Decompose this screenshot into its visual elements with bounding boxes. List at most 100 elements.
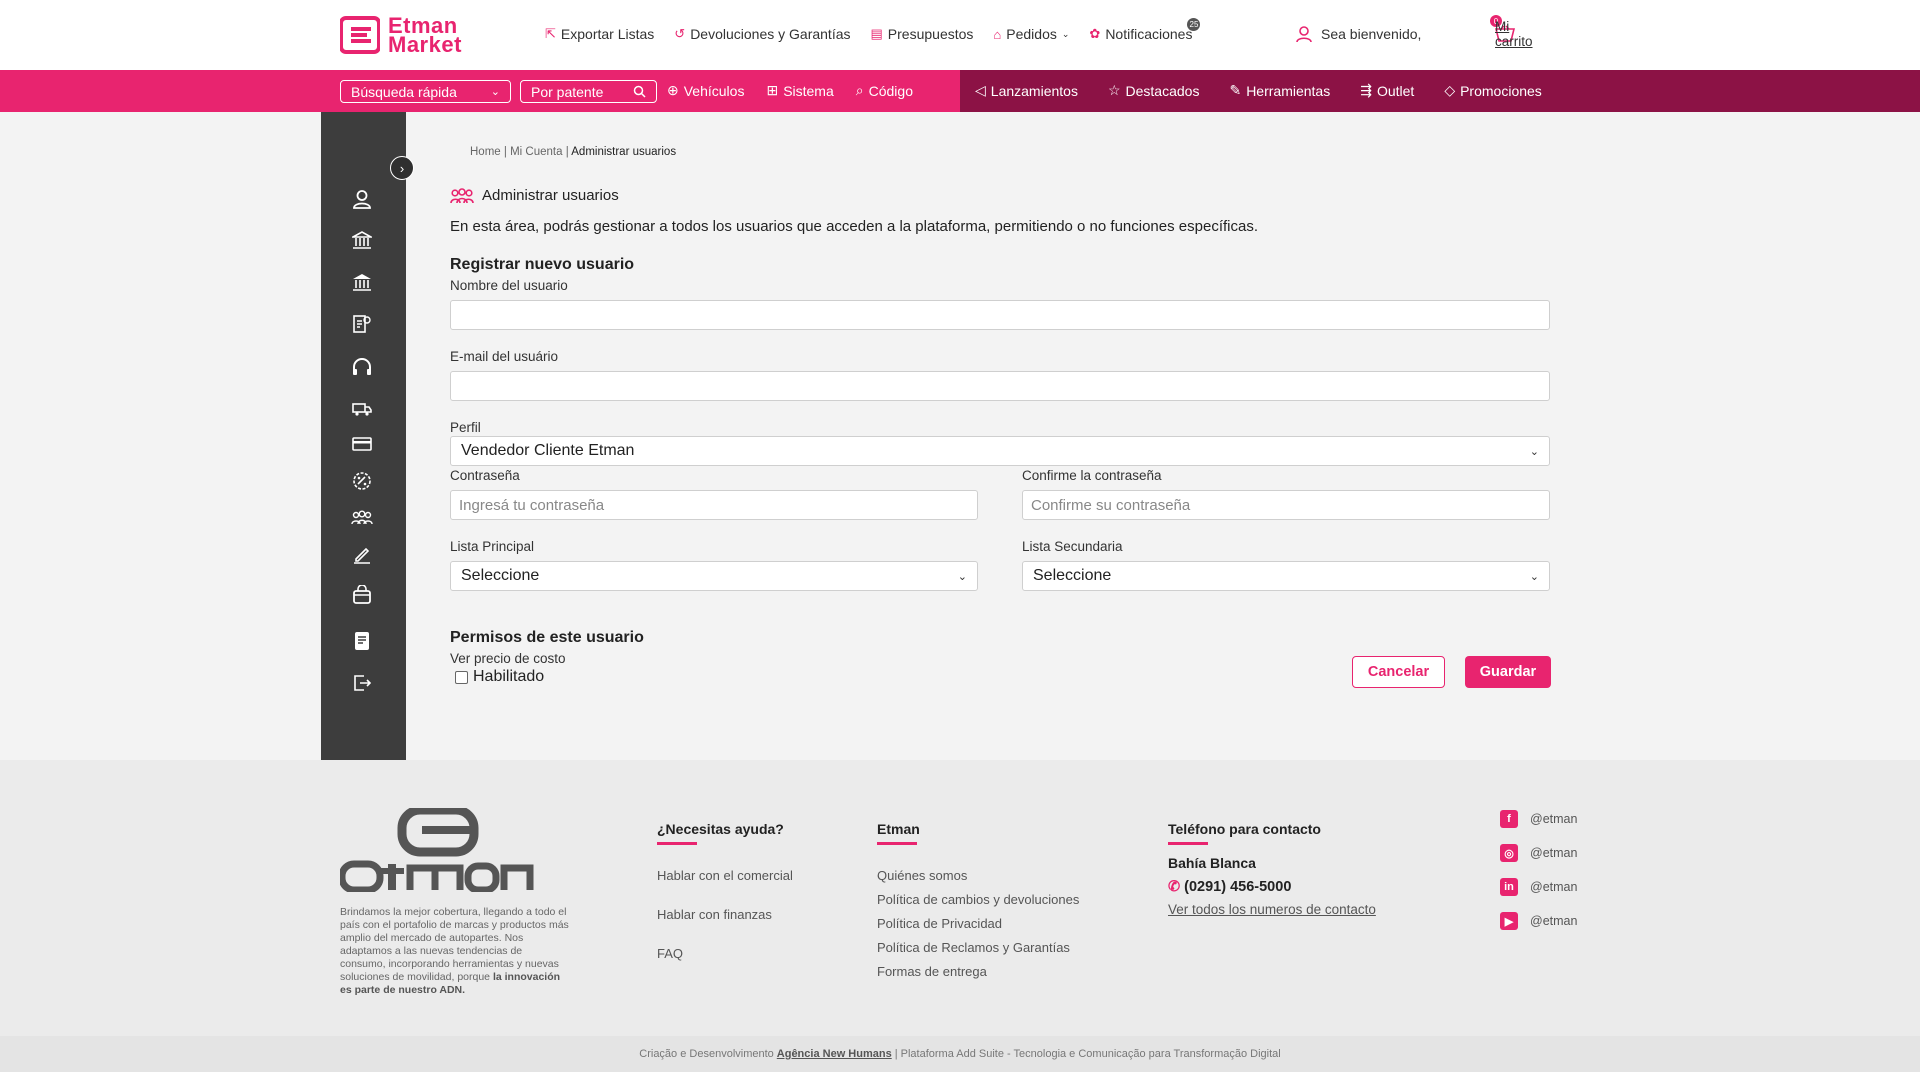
footer-link-claims[interactable]: Política de Reclamos y Garantías bbox=[877, 940, 1070, 955]
nav-vehicles[interactable]: ⊕ Vehículos bbox=[667, 82, 744, 99]
nav-outlet[interactable]: ⇶ Outlet bbox=[1360, 82, 1414, 99]
chevron-down-icon: ⌄ bbox=[1061, 28, 1070, 39]
footer-etman-title: Etman bbox=[877, 821, 920, 845]
facebook-icon: f bbox=[1500, 810, 1518, 828]
sidebar-item-catalog[interactable] bbox=[350, 630, 374, 652]
user-icon bbox=[1296, 26, 1312, 43]
footer-link-finance[interactable]: Hablar con finanzas bbox=[657, 907, 772, 922]
sidebar-item-users[interactable] bbox=[350, 507, 374, 529]
nav-returns[interactable]: ↺ Devoluciones y Garantías bbox=[674, 26, 850, 42]
social-facebook[interactable]: f @etman bbox=[1500, 810, 1577, 828]
chevron-down-icon: ⌄ bbox=[957, 570, 967, 583]
sidebar-toggle-button[interactable]: › bbox=[390, 156, 414, 180]
budget-icon: ▤ bbox=[870, 26, 883, 41]
phone-icon: ✆ bbox=[1168, 879, 1181, 895]
category-nav-bar: Búsqueda rápida ⌄ Por patente ⊕ Vehículo… bbox=[0, 70, 1920, 112]
sidebar-item-edit[interactable] bbox=[350, 544, 374, 566]
nav-featured[interactable]: ☆ Destacados bbox=[1108, 82, 1200, 99]
tag-icon: ◇ bbox=[1444, 82, 1456, 98]
nav-promotions[interactable]: ◇ Promociones bbox=[1444, 82, 1541, 99]
sidebar-item-logout[interactable] bbox=[350, 672, 374, 694]
email-input[interactable] bbox=[450, 371, 1550, 401]
nav-notifications[interactable]: ✿ Notificaciones 25 bbox=[1089, 18, 1201, 42]
bottom-strip bbox=[0, 1072, 1920, 1080]
footer-contact-title: Teléfono para contacto bbox=[1168, 821, 1321, 845]
export-icon: ⇱ bbox=[545, 26, 556, 41]
wrench-icon: ✎ bbox=[1229, 82, 1242, 98]
save-button[interactable]: Guardar bbox=[1465, 656, 1551, 688]
nav-launches[interactable]: ◁ Lanzamientos bbox=[975, 82, 1078, 99]
my-cart[interactable]: 0 Mi carrito bbox=[1490, 15, 1533, 49]
breadcrumb-home[interactable]: Home bbox=[470, 146, 501, 158]
social-youtube[interactable]: ▶ @etman bbox=[1500, 912, 1577, 930]
footer-all-numbers-link[interactable]: Ver todos los numeros de contacto bbox=[1168, 902, 1376, 917]
basket-icon bbox=[353, 585, 371, 604]
nav-tools[interactable]: ✎ Herramientas bbox=[1229, 82, 1330, 99]
sidebar-item-profile[interactable] bbox=[350, 188, 374, 210]
right-category-links: ◁ Lanzamientos ☆ Destacados ✎ Herramient… bbox=[975, 82, 1542, 99]
page-description: En esta área, podrás gestionar a todos l… bbox=[450, 218, 1258, 235]
password-input[interactable]: Ingresá tu contraseña bbox=[450, 490, 978, 520]
footer-link-returns-policy[interactable]: Política de cambios y devoluciones bbox=[877, 892, 1079, 907]
cost-price-label: Ver precio de costo bbox=[450, 651, 566, 666]
footer-city: Bahía Blanca bbox=[1168, 855, 1256, 871]
chevron-down-icon: ⌄ bbox=[1529, 570, 1539, 583]
name-input[interactable] bbox=[450, 300, 1550, 330]
welcome-user[interactable]: Sea bienvenido, bbox=[1295, 25, 1421, 43]
sidebar-item-support[interactable] bbox=[350, 357, 374, 379]
sidebar-item-settings[interactable] bbox=[350, 470, 374, 492]
footer-link-privacy[interactable]: Política de Privacidad bbox=[877, 916, 1002, 931]
breadcrumb-account[interactable]: Mi Cuenta bbox=[510, 146, 562, 158]
footer-link-about[interactable]: Quiénes somos bbox=[877, 868, 967, 883]
profile-select[interactable]: Vendedor Cliente Etman ⌄ bbox=[450, 436, 1550, 466]
confirm-password-input[interactable]: Confirme su contraseña bbox=[1022, 490, 1550, 520]
truck-icon bbox=[352, 403, 372, 416]
credit-card-icon bbox=[352, 437, 372, 451]
main-list-select[interactable]: Seleccione ⌄ bbox=[450, 561, 978, 591]
megaphone-icon: ◁ bbox=[975, 82, 986, 98]
logo-line-2: Market bbox=[388, 32, 462, 57]
nav-code[interactable]: ⌕ Código bbox=[856, 82, 913, 99]
notification-badge: 25 bbox=[1187, 18, 1201, 31]
sidebar-item-payments[interactable] bbox=[350, 433, 374, 455]
footer-about-text: Brindamos la mejor cobertura, llegando a… bbox=[340, 906, 569, 996]
plate-search-input[interactable]: Por patente bbox=[520, 80, 657, 103]
users-icon bbox=[450, 187, 474, 203]
return-icon: ↺ bbox=[674, 26, 686, 41]
agency-link[interactable]: Agência New Humans bbox=[777, 1048, 892, 1060]
footer-link-sales[interactable]: Hablar con el comercial bbox=[657, 868, 793, 883]
chevron-down-icon: ⌄ bbox=[1529, 445, 1539, 458]
nav-budgets[interactable]: ▤ Presupuestos bbox=[871, 26, 974, 42]
email-label: E-mail del usuário bbox=[450, 349, 559, 364]
quick-search-select[interactable]: Búsqueda rápida ⌄ bbox=[340, 80, 511, 103]
profile-label: Perfil bbox=[450, 420, 481, 435]
sidebar-item-institution[interactable] bbox=[350, 271, 374, 293]
social-linkedin[interactable]: in @etman bbox=[1500, 878, 1577, 896]
user-icon bbox=[353, 190, 371, 209]
footer-link-faq[interactable]: FAQ bbox=[657, 946, 683, 961]
sidebar-item-shipping[interactable] bbox=[350, 398, 374, 420]
footer-help-title: ¿Necesitas ayuda? bbox=[657, 821, 784, 845]
code-icon: ⌕ bbox=[855, 82, 864, 98]
nav-orders[interactable]: ⌂ Pedidos ⌄ bbox=[993, 26, 1069, 42]
etman-logo-mark bbox=[340, 16, 380, 54]
youtube-icon: ▶ bbox=[1500, 912, 1518, 930]
secondary-list-label: Lista Secundaria bbox=[1022, 539, 1123, 554]
footer-link-delivery[interactable]: Formas de entrega bbox=[877, 964, 987, 979]
chevron-right-icon: › bbox=[399, 160, 405, 176]
sidebar-item-bank[interactable] bbox=[350, 229, 374, 251]
footer-phone[interactable]: ✆ (0291) 456-5000 bbox=[1168, 879, 1291, 895]
sidebar-item-documents[interactable] bbox=[350, 313, 374, 335]
book-icon bbox=[355, 632, 369, 650]
nav-export-lists[interactable]: ⇱ Exportar Listas bbox=[545, 26, 654, 42]
etman-market-logo[interactable]: Etman Market bbox=[340, 14, 488, 56]
search-icon bbox=[633, 85, 646, 98]
register-section-title: Registrar nuevo usuario bbox=[450, 256, 635, 273]
sidebar-item-store[interactable] bbox=[350, 584, 374, 606]
edit-icon bbox=[354, 547, 370, 564]
social-instagram[interactable]: ◎ @etman bbox=[1500, 844, 1577, 862]
nav-system[interactable]: ⊞ Sistema bbox=[766, 82, 833, 99]
cancel-button[interactable]: Cancelar bbox=[1352, 656, 1445, 688]
secondary-list-select[interactable]: Seleccione ⌄ bbox=[1022, 561, 1550, 591]
enabled-checkbox[interactable] bbox=[455, 671, 468, 684]
